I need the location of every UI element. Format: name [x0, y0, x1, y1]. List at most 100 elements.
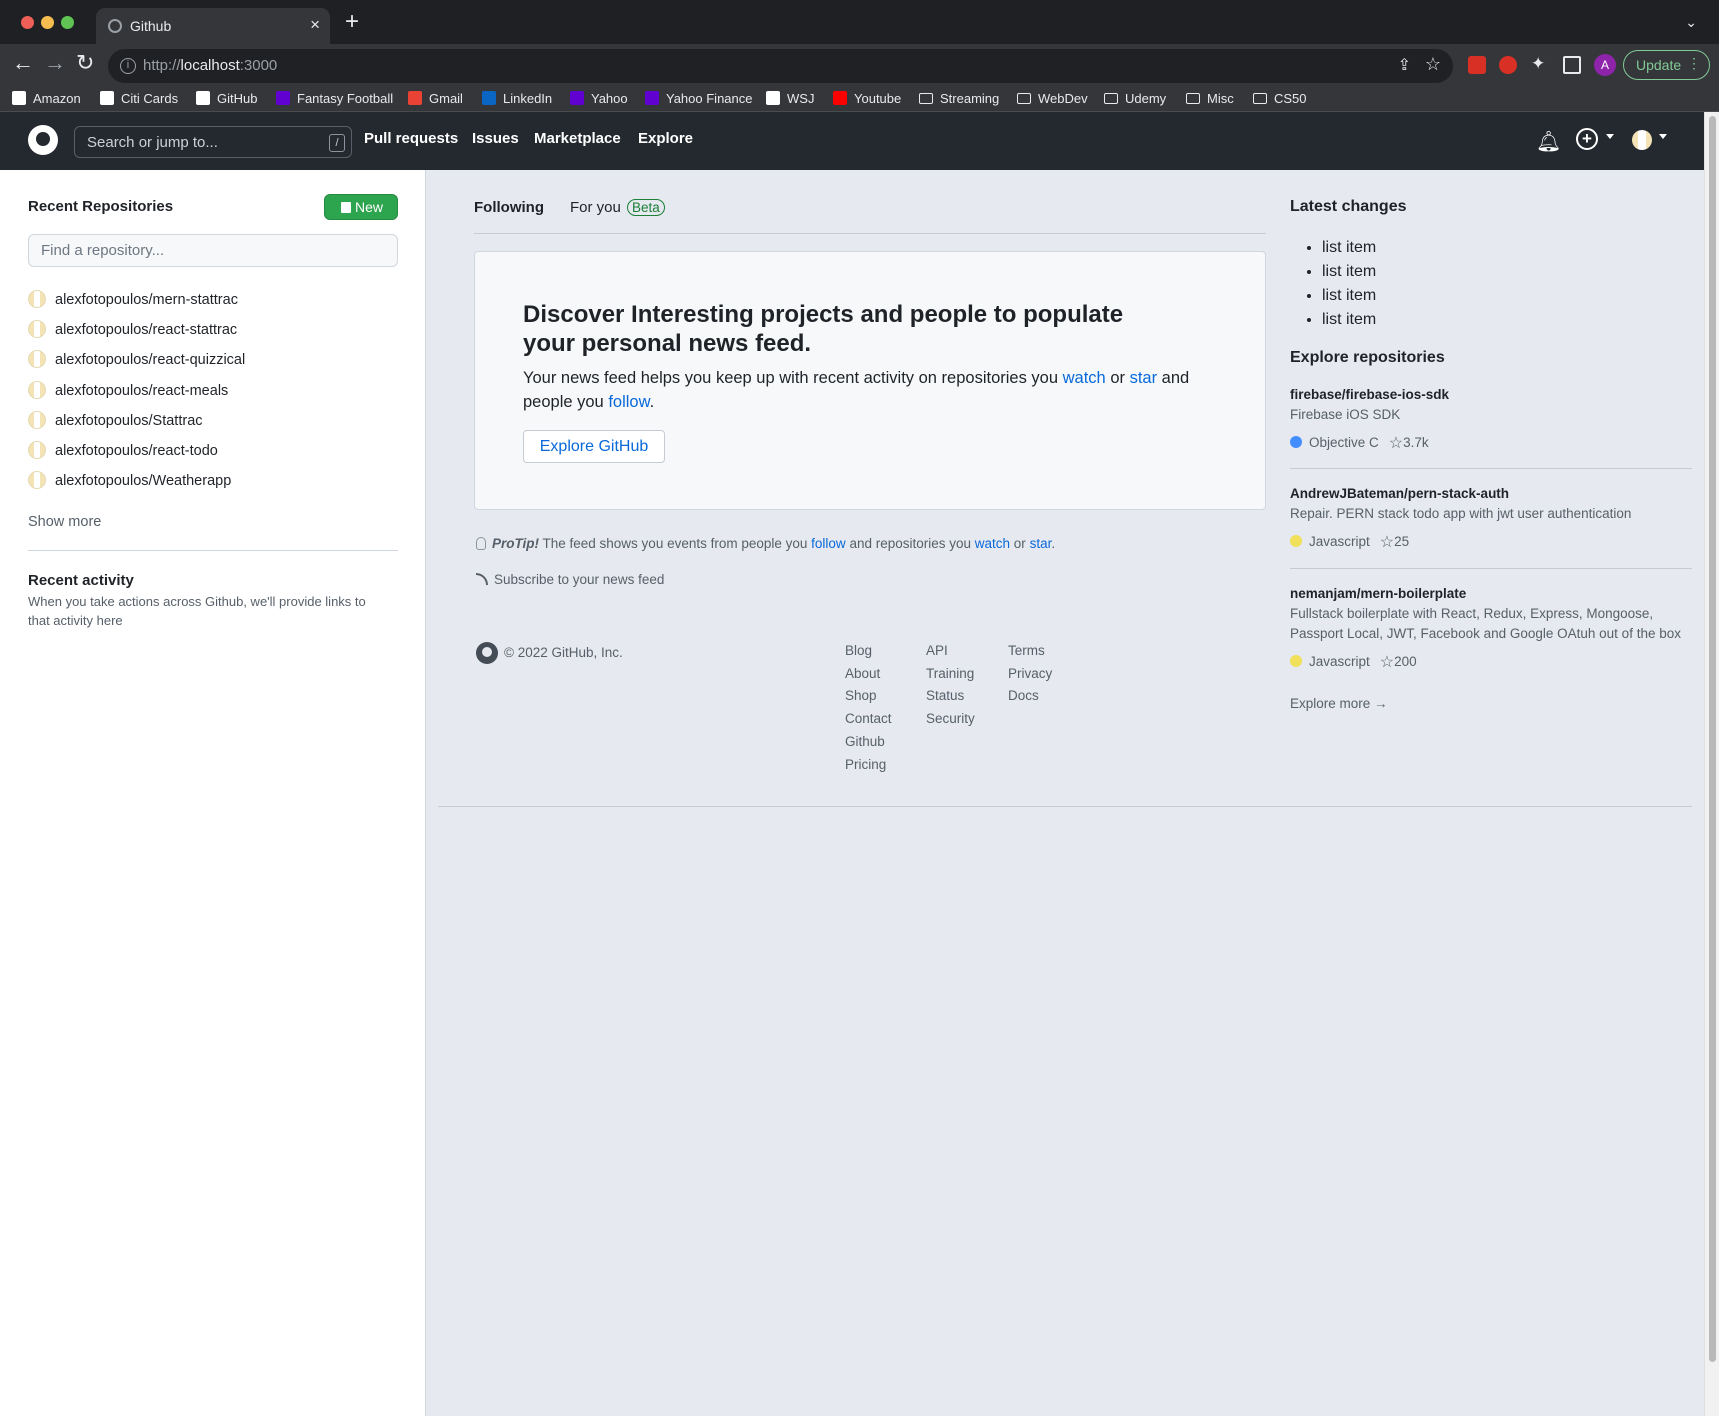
footer-link-shop[interactable]: Shop [845, 685, 892, 708]
recent-repo-list: alexfotopoulos/mern-stattrac alexfotopou… [28, 290, 245, 501]
repo-list-item[interactable]: alexfotopoulos/react-meals [28, 380, 245, 411]
browser-tab[interactable]: Github × [96, 8, 330, 44]
explore-more-link[interactable]: Explore more → [1290, 696, 1388, 711]
extension-lastpass-icon[interactable] [1468, 56, 1486, 74]
tab-for-you[interactable]: For you Beta [570, 199, 665, 216]
nav-issues[interactable]: Issues [472, 130, 519, 147]
bookmark-misc[interactable]: Misc [1186, 91, 1234, 106]
footer-link-github[interactable]: Github [845, 731, 892, 754]
bookmark-github[interactable]: GitHub [196, 91, 257, 106]
bookmark-amazon[interactable]: Amazon [12, 91, 81, 106]
bookmark-fantasy-football[interactable]: Fantasy Football [276, 91, 393, 106]
page-scrollbar[interactable] [1704, 112, 1719, 1416]
star-icon[interactable]: ☆ [1380, 652, 1394, 672]
create-caret-icon[interactable] [1606, 134, 1614, 139]
window-close-button[interactable] [21, 16, 34, 29]
bookmark-streaming[interactable]: Streaming [919, 91, 999, 106]
user-menu-caret-icon[interactable] [1659, 134, 1667, 139]
bookmark-citi-cards[interactable]: Citi Cards [100, 91, 178, 106]
user-avatar[interactable] [1632, 130, 1652, 150]
reload-icon[interactable]: ↻ [76, 52, 94, 74]
footer-link-status[interactable]: Status [926, 685, 975, 708]
notifications-bell-icon[interactable]: 🔔︎ [1536, 129, 1561, 154]
github-logo-icon[interactable] [28, 125, 58, 155]
repo-list-item[interactable]: alexfotopoulos/Weatherapp [28, 471, 245, 501]
repo-list-item[interactable]: alexfotopoulos/Stattrac [28, 410, 245, 441]
create-new-plus-icon[interactable]: + [1576, 128, 1598, 150]
star-link[interactable]: star [1130, 369, 1158, 387]
footer-link-pricing[interactable]: Pricing [845, 754, 892, 777]
nav-explore[interactable]: Explore [638, 130, 693, 147]
browser-toolbar: ← → ↻ i http://localhost:3000 ⇪ ☆ ✦ A Up… [0, 44, 1719, 88]
recent-activity-heading: Recent activity [28, 572, 134, 589]
explore-repo-name[interactable]: nemanjam/mern-boilerplate [1290, 586, 1690, 601]
footer-link-privacy[interactable]: Privacy [1008, 663, 1052, 686]
footer-link-security[interactable]: Security [926, 708, 975, 731]
github-footer-logo-icon[interactable] [476, 642, 498, 664]
folder-icon [1017, 93, 1031, 104]
browser-profile-avatar[interactable]: A [1594, 54, 1616, 76]
tab-search-chevron-icon[interactable]: ⌄ [1685, 14, 1697, 31]
repo-owner-avatar [28, 320, 46, 339]
footer-link-about[interactable]: About [845, 663, 892, 686]
footer-link-api[interactable]: API [926, 640, 975, 663]
forward-arrow-icon[interactable]: → [44, 52, 66, 74]
browser-update-button[interactable]: Update ⋮ [1623, 50, 1710, 80]
watch-link[interactable]: watch [1063, 369, 1106, 387]
protip-follow-link[interactable]: follow [811, 536, 846, 551]
explore-repo-name[interactable]: AndrewJBateman/pern-stack-auth [1290, 486, 1690, 501]
window-zoom-button[interactable] [61, 16, 74, 29]
bookmark-linkedin[interactable]: LinkedIn [482, 91, 552, 106]
new-repository-button[interactable]: New [324, 194, 398, 220]
nav-pull-requests[interactable]: Pull requests [364, 130, 458, 147]
footer-link-blog[interactable]: Blog [845, 640, 892, 663]
address-bar[interactable]: i http://localhost:3000 ⇪ ☆ [108, 49, 1453, 83]
repo-list-item[interactable]: alexfotopoulos/mern-stattrac [28, 290, 245, 320]
extensions-puzzle-icon[interactable]: ✦ [1531, 54, 1549, 73]
tab-following[interactable]: Following [474, 199, 544, 216]
bookmark-yahoo-finance[interactable]: Yahoo Finance [645, 91, 753, 106]
bookmark-wsj[interactable]: WSJ [766, 91, 814, 106]
site-info-icon[interactable]: i [120, 58, 136, 74]
protip-watch-link[interactable]: watch [975, 536, 1010, 551]
repo-list-item[interactable]: alexfotopoulos/react-stattrac [28, 320, 245, 350]
scrollbar-thumb[interactable] [1709, 116, 1716, 1362]
repo-list-item[interactable]: alexfotopoulos/react-quizzical [28, 350, 245, 380]
footer-link-contact[interactable]: Contact [845, 708, 892, 731]
footer-link-docs[interactable]: Docs [1008, 685, 1052, 708]
explore-github-button[interactable]: Explore GitHub [523, 430, 665, 463]
subscribe-feed-link[interactable]: Subscribe to your news feed [476, 572, 664, 587]
kebab-menu-icon[interactable]: ⋮ [1687, 55, 1701, 72]
follow-link[interactable]: follow [608, 393, 649, 411]
new-tab-icon[interactable]: + [345, 10, 359, 34]
close-tab-icon[interactable]: × [310, 15, 320, 35]
find-repository-input[interactable] [28, 234, 398, 267]
bookmark-star-icon[interactable]: ☆ [1425, 54, 1441, 75]
share-icon[interactable]: ⇪ [1398, 55, 1411, 75]
global-search-input[interactable]: Search or jump to... / [74, 126, 352, 158]
youtube-icon [833, 91, 847, 105]
bookmark-webdev[interactable]: WebDev [1017, 91, 1088, 106]
bookmark-youtube[interactable]: Youtube [833, 91, 901, 106]
repo-list-item[interactable]: alexfotopoulos/react-todo [28, 440, 245, 471]
show-more-link[interactable]: Show more [28, 514, 101, 530]
bookmark-yahoo[interactable]: Yahoo [570, 91, 628, 106]
side-panel-icon[interactable] [1563, 56, 1581, 74]
latest-change-item[interactable]: list item [1322, 236, 1376, 260]
bookmark-udemy[interactable]: Udemy [1104, 91, 1166, 106]
explore-repo-name[interactable]: firebase/firebase-ios-sdk [1290, 387, 1690, 402]
footer-link-training[interactable]: Training [926, 663, 975, 686]
back-arrow-icon[interactable]: ← [12, 52, 34, 74]
protip-star-link[interactable]: star [1030, 536, 1052, 551]
latest-change-item[interactable]: list item [1322, 284, 1376, 308]
bookmark-cs50[interactable]: CS50 [1253, 91, 1307, 106]
latest-change-item[interactable]: list item [1322, 260, 1376, 284]
extension-red-icon[interactable] [1499, 56, 1517, 74]
bookmark-gmail[interactable]: Gmail [408, 91, 463, 106]
nav-marketplace[interactable]: Marketplace [534, 130, 621, 147]
star-icon[interactable]: ☆ [1380, 532, 1394, 552]
footer-link-terms[interactable]: Terms [1008, 640, 1052, 663]
star-icon[interactable]: ☆ [1389, 433, 1403, 453]
window-minimize-button[interactable] [41, 16, 54, 29]
latest-change-item[interactable]: list item [1322, 308, 1376, 332]
